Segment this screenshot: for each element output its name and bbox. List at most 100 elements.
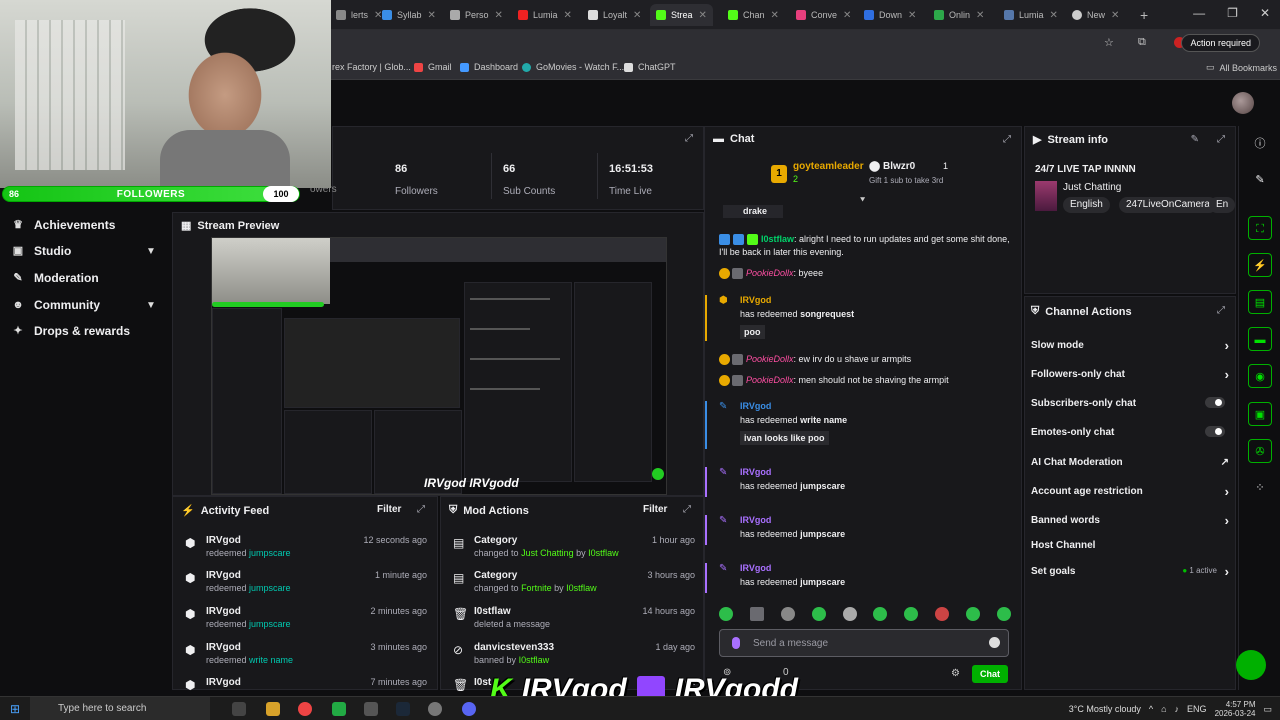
emote-icon[interactable] bbox=[811, 607, 826, 621]
account-age-setting[interactable]: Account age restriction › bbox=[1031, 484, 1229, 499]
browser-tab-active[interactable]: Strea ✕ bbox=[650, 4, 713, 26]
browser-tab[interactable]: Chan ✕ bbox=[722, 4, 785, 26]
stream-category[interactable]: Just Chatting bbox=[1063, 182, 1121, 193]
popout-icon[interactable]: ⤢ bbox=[1217, 305, 1225, 316]
close-icon[interactable]: ✕ bbox=[699, 10, 707, 21]
minimize-icon[interactable]: — bbox=[1193, 6, 1205, 20]
redeem-user[interactable]: IRVgod bbox=[740, 295, 771, 305]
mod-action-title[interactable]: danvicsteven333 bbox=[474, 642, 554, 653]
bookmark-item[interactable]: GoMovies - Watch F... bbox=[522, 62, 624, 72]
chat-username[interactable]: PookieDollx bbox=[746, 375, 794, 385]
clock[interactable]: 4:57 PM 2026-03-24 bbox=[1215, 700, 1256, 718]
browser-tab[interactable]: Perso ✕ bbox=[444, 4, 509, 26]
fullscreen-icon[interactable]: ⛶ bbox=[1248, 216, 1272, 240]
browser-tab[interactable]: Lumia ✕ bbox=[998, 4, 1064, 26]
network-icon[interactable]: ⌂ bbox=[1161, 704, 1166, 714]
followers-only-setting[interactable]: Followers-only chat › bbox=[1031, 367, 1229, 382]
close-icon[interactable]: ✕ bbox=[771, 10, 779, 21]
new-tab-button[interactable]: + bbox=[1134, 4, 1154, 26]
feed-user[interactable]: IRVgod bbox=[206, 535, 241, 546]
close-icon[interactable]: ✕ bbox=[633, 10, 641, 21]
sidebar-item-drops[interactable]: ✦ Drops & rewards bbox=[12, 324, 130, 338]
feed-user[interactable]: IRVgod bbox=[206, 677, 241, 688]
subscribers-only-toggle[interactable] bbox=[1205, 397, 1225, 408]
mod-action-moderator[interactable]: I0stflaw bbox=[566, 583, 597, 593]
emoji-icon[interactable] bbox=[989, 637, 1000, 648]
extensions-icon[interactable]: ⧉ bbox=[1138, 36, 1146, 49]
chat-icon[interactable]: ▬ bbox=[1248, 327, 1272, 351]
bookmark-item[interactable]: rex Factory | Glob... bbox=[332, 62, 411, 72]
task-view-icon[interactable] bbox=[232, 702, 246, 716]
microphone-icon[interactable] bbox=[732, 637, 740, 649]
discord-icon[interactable] bbox=[462, 702, 476, 716]
broadcast-icon[interactable]: ◉ bbox=[1248, 364, 1272, 388]
mod-action-title[interactable]: I0st bbox=[474, 677, 491, 688]
chat-send-button[interactable]: Chat bbox=[972, 665, 1008, 683]
emote-icon[interactable] bbox=[935, 607, 950, 621]
banned-words-setting[interactable]: Banned words › bbox=[1031, 513, 1229, 528]
emote-icon[interactable] bbox=[873, 607, 888, 621]
stream-preview-video[interactable]: IRVgod IRVgodd bbox=[211, 237, 667, 495]
mod-action-moderator[interactable]: I0stflaw bbox=[519, 655, 550, 665]
redeem-user[interactable]: IRVgod bbox=[740, 563, 771, 573]
browser-tab[interactable]: Down ✕ bbox=[858, 4, 922, 26]
chat-input[interactable]: Send a message bbox=[719, 629, 1009, 657]
action-required-button[interactable]: Action required bbox=[1181, 34, 1260, 52]
emotes-only-setting[interactable]: Emotes-only chat bbox=[1031, 426, 1229, 438]
browser-tab[interactable]: Conve ✕ bbox=[790, 4, 857, 26]
stream-tag[interactable]: English bbox=[1063, 197, 1110, 213]
emote-icon[interactable] bbox=[780, 607, 795, 621]
bookmark-item[interactable]: ChatGPT bbox=[624, 62, 676, 72]
feed-user[interactable]: IRVgod bbox=[206, 606, 241, 617]
sidebar-item-studio[interactable]: ▣ Studio ▼ bbox=[12, 244, 156, 258]
taskbar-search[interactable]: Type here to search bbox=[30, 697, 210, 720]
volume-icon[interactable]: ♪ bbox=[1175, 704, 1180, 714]
emote-icon[interactable] bbox=[842, 607, 857, 621]
weather-status[interactable]: 3°C Mostly cloudy bbox=[1069, 704, 1141, 714]
redeem-user[interactable]: IRVgod bbox=[740, 515, 771, 525]
all-bookmarks[interactable]: ▭ All Bookmarks bbox=[1206, 62, 1277, 73]
close-icon[interactable]: ✕ bbox=[1111, 10, 1119, 21]
mod-action-moderator[interactable]: I0stflaw bbox=[588, 548, 619, 558]
windows-start-icon[interactable]: ⊞ bbox=[10, 702, 20, 716]
popout-icon[interactable]: ⤢ bbox=[1217, 134, 1225, 145]
chrome-icon[interactable] bbox=[298, 702, 312, 716]
redeem-user[interactable]: IRVgod bbox=[740, 467, 771, 477]
settings-icon[interactable] bbox=[428, 702, 442, 716]
subscribers-only-setting[interactable]: Subscribers-only chat bbox=[1031, 397, 1229, 409]
gift-second-name[interactable]: Blwzr0 bbox=[883, 161, 915, 172]
wrench-icon[interactable]: ✇ bbox=[1248, 439, 1272, 463]
sidebar-item-community[interactable]: ☻ Community ▼ bbox=[12, 298, 156, 312]
popout-icon[interactable]: ⤢ bbox=[683, 504, 691, 515]
close-icon[interactable]: ✕ bbox=[1050, 10, 1058, 21]
close-icon[interactable]: ✕ bbox=[976, 10, 984, 21]
browser-tab[interactable]: Onlin ✕ bbox=[928, 4, 990, 26]
popout-icon[interactable]: ⤢ bbox=[685, 133, 693, 144]
emote-icon[interactable] bbox=[966, 607, 980, 621]
star-icon[interactable]: ☆ bbox=[1104, 36, 1114, 49]
support-button[interactable] bbox=[1236, 650, 1266, 680]
emote-icon[interactable] bbox=[904, 607, 919, 621]
host-channel-setting[interactable]: Host Channel bbox=[1031, 540, 1229, 551]
stream-tag[interactable]: 247LiveOnCamera bbox=[1119, 197, 1217, 213]
edit-icon[interactable]: ✎ bbox=[1191, 134, 1199, 145]
ai-moderation-setting[interactable]: AI Chat Moderation ↗ bbox=[1031, 457, 1229, 468]
steam-icon[interactable] bbox=[396, 702, 410, 716]
app-icon[interactable] bbox=[332, 702, 346, 716]
gift-leader-name[interactable]: goyteamleader bbox=[793, 161, 864, 172]
emote-icon[interactable] bbox=[719, 607, 733, 621]
browser-tab[interactable]: New ✕ bbox=[1066, 4, 1125, 26]
info-icon[interactable]: ⓘ bbox=[1248, 132, 1272, 156]
notification-icon[interactable]: ▭ bbox=[1263, 704, 1272, 715]
close-icon[interactable]: ✕ bbox=[564, 10, 572, 21]
chat-username[interactable]: I0stflaw bbox=[761, 234, 794, 244]
sidebar-item-achievements[interactable]: ♛ Achievements bbox=[12, 218, 115, 232]
browser-tab[interactable]: Lumia ✕ bbox=[512, 4, 578, 26]
chat-username[interactable]: PookieDollx bbox=[746, 268, 794, 278]
chat-username[interactable]: PookieDollx bbox=[746, 354, 794, 364]
close-icon[interactable]: ✕ bbox=[428, 10, 436, 21]
filter-button[interactable]: Filter bbox=[377, 504, 401, 515]
chevron-up-icon[interactable]: ^ bbox=[1149, 704, 1153, 714]
redeem-user[interactable]: IRVgod bbox=[740, 401, 771, 411]
document-icon[interactable]: ▤ bbox=[1248, 290, 1272, 314]
